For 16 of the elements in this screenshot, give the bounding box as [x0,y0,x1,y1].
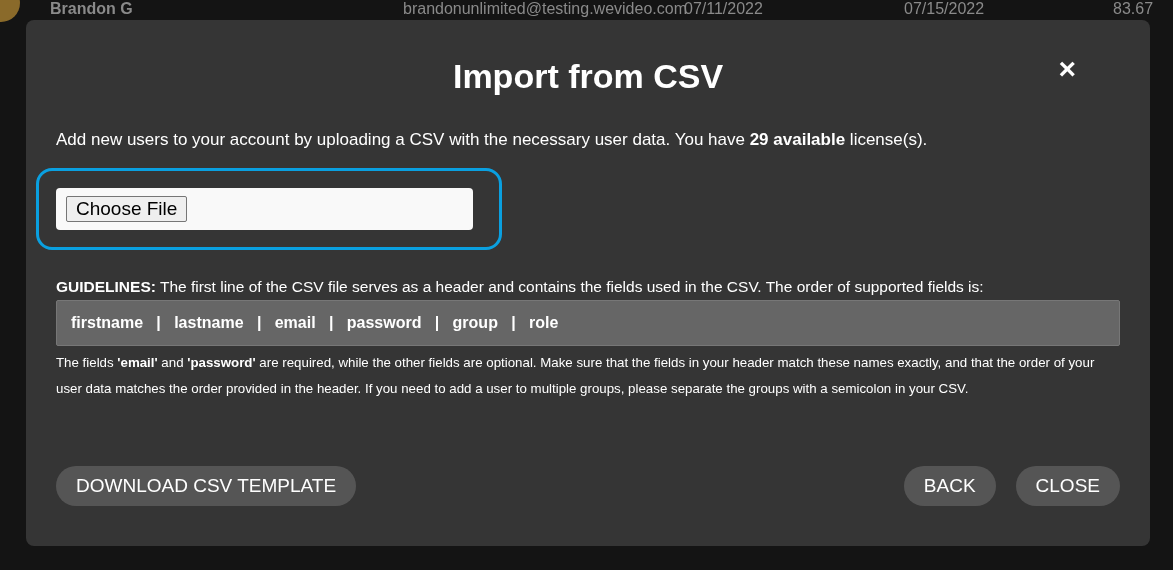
download-button[interactable]: DOWNLOAD CSV TEMPLATE [56,466,357,506]
fields-bar: firstname | lastname | email | password | group | role [56,300,1120,346]
choose-file-button[interactable]: Choose File [66,196,188,222]
dialog-button[interactable]: BACK [903,466,996,506]
user-email: brandonunlimited@testing.wevideo.com [403,0,684,18]
dialog-button[interactable]: CLOSE [1015,466,1120,506]
description: Add new users to your account by uploading a CSV with the necessary user data. You have 29 available license(s). [56,130,929,150]
user-name: Brandon G [50,0,134,18]
close-button[interactable]: × [1054,52,1080,86]
guidelines-text: GUIDELINES: The first line of the CSV file serves as a header and contains the fields used in the CSV. The order of supported fields is: [56,278,985,296]
file-input-field[interactable]: Choose File [56,188,473,230]
note-text: The fields 'email' and 'password' are required, while the other fields are optional. Make sure that the fields in your header match these names exactly, and that the order of your user data matches the order provided in the header. If you need to add a user to multiple groups, please separate the groups with a semicolon in your CSV. [56,354,1096,398]
table-cell-text: 07/11/2022 [684,0,764,18]
dialog-title: Import from CSV [452,56,724,96]
table-cell-text: 83.67 [1113,0,1155,18]
table-cell-text: 07/15/2022 [904,0,986,18]
